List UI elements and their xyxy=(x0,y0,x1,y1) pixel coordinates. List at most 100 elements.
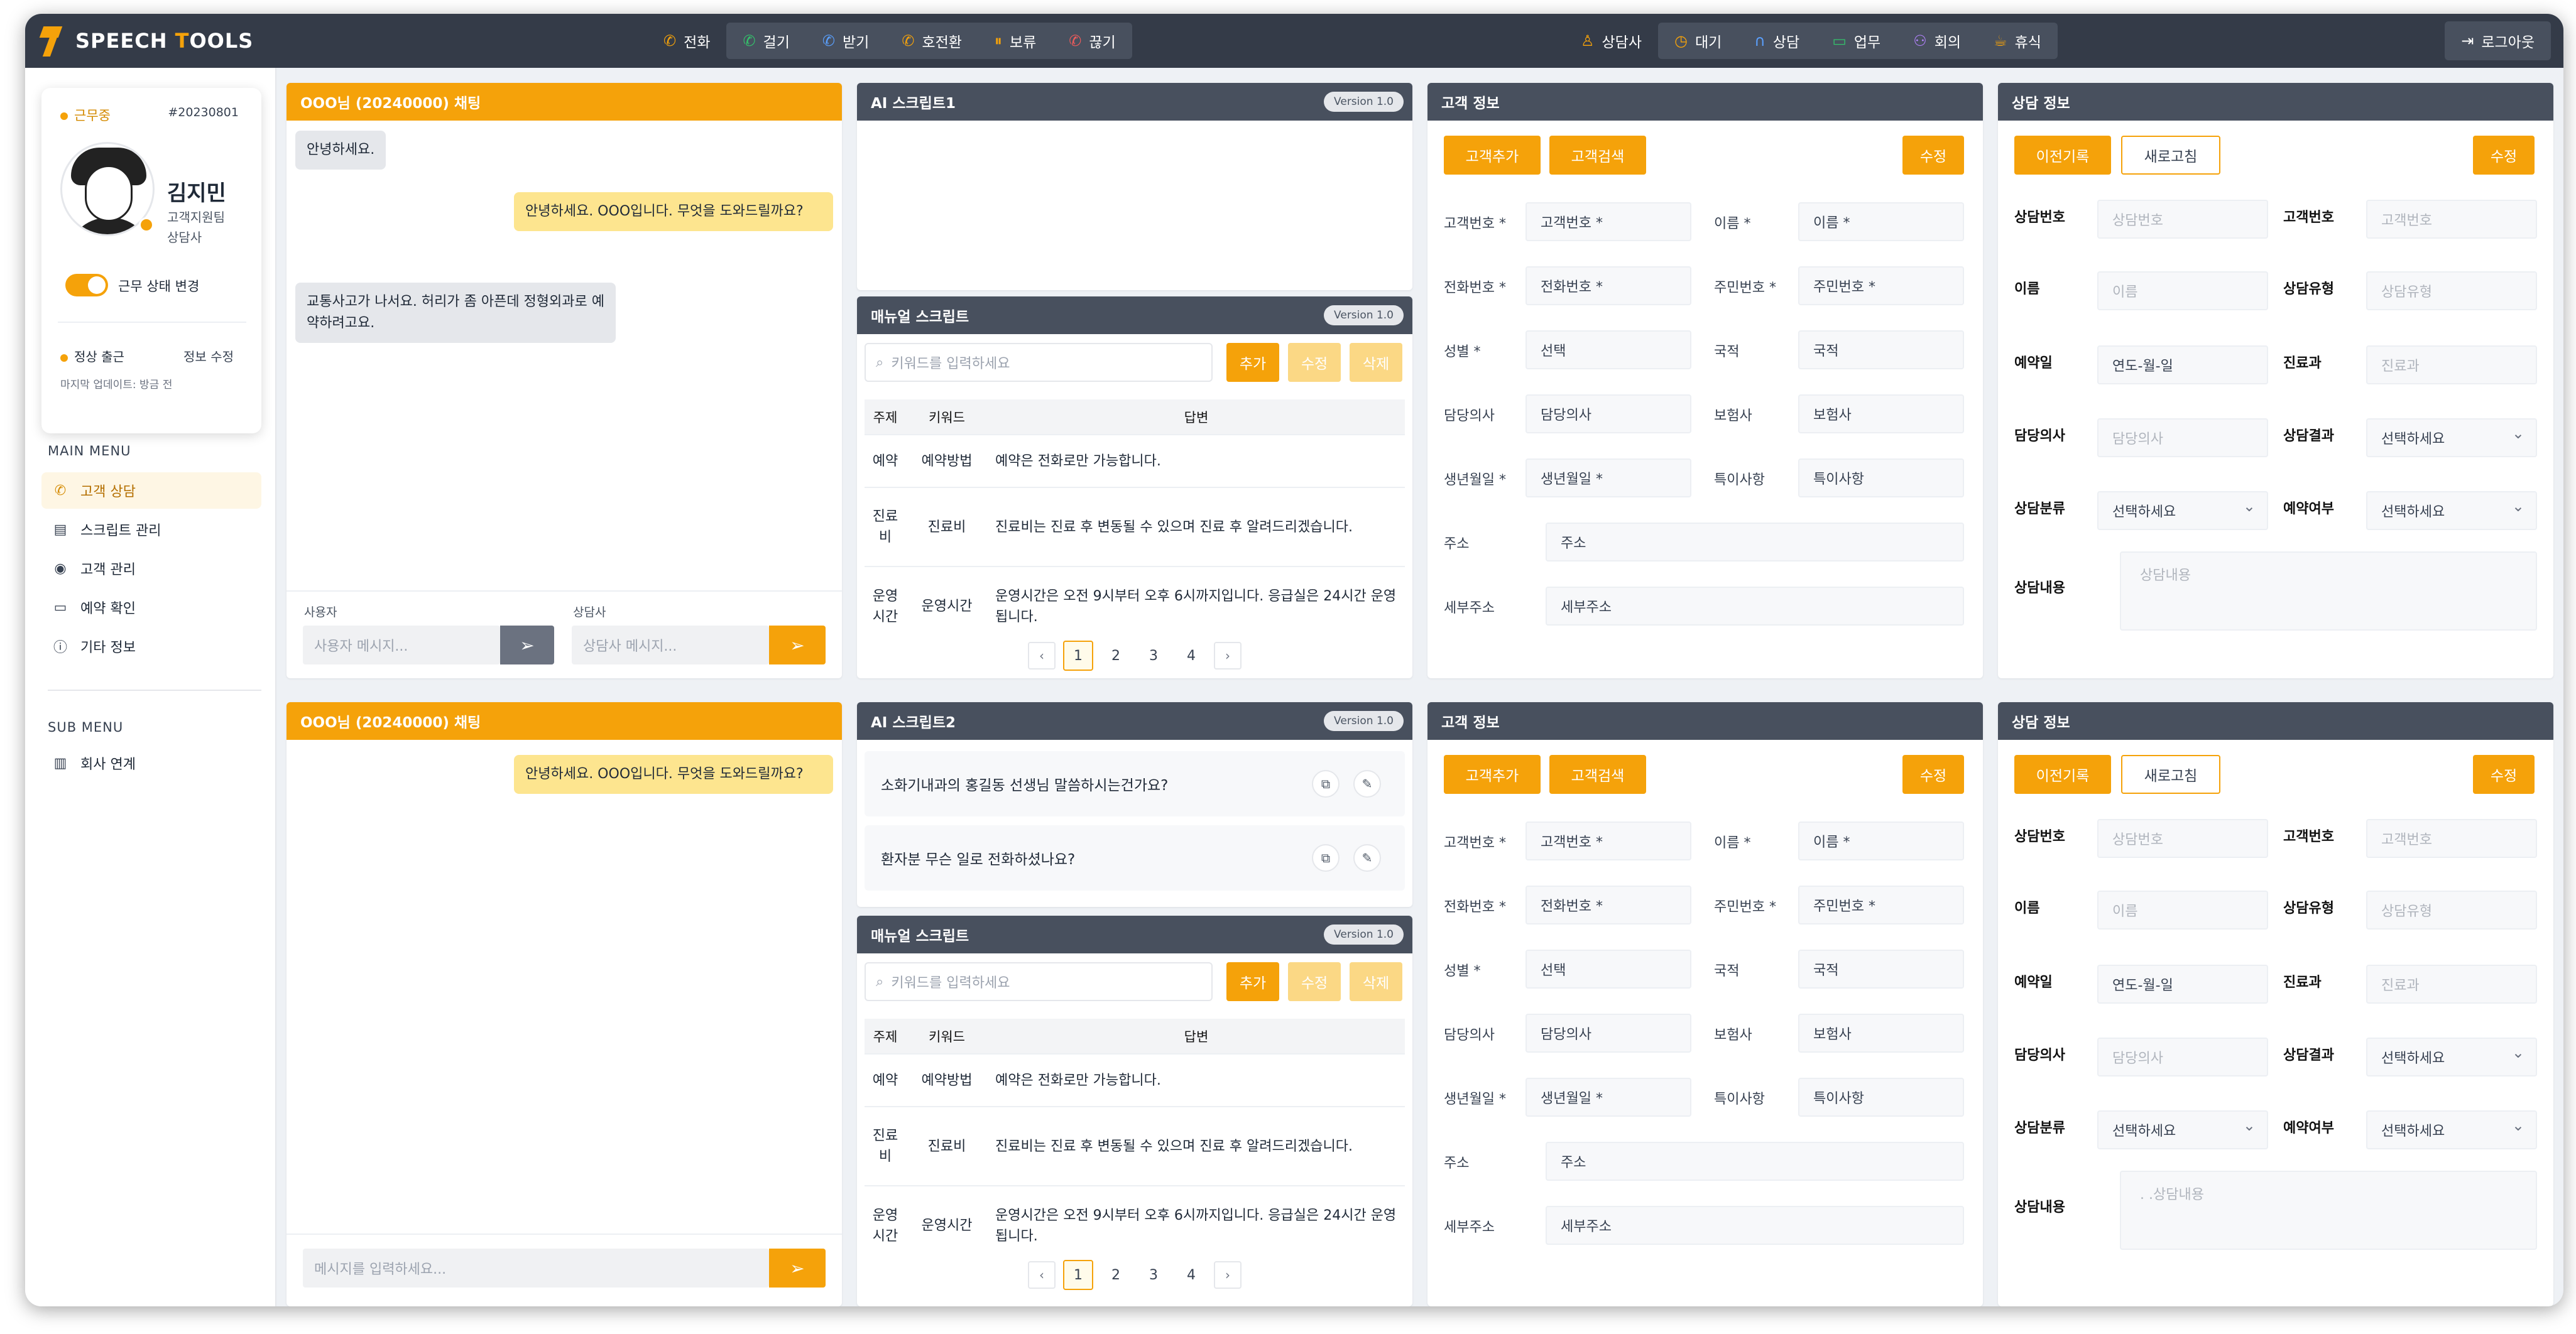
send-button[interactable]: ➢ xyxy=(769,1249,826,1288)
special-notes-input[interactable]: 특이사항 xyxy=(1798,458,1964,497)
menu-item-other-info[interactable]: ⓘ 기타 정보 xyxy=(41,628,261,664)
menu-item-reservation[interactable]: ▭ 예약 확인 xyxy=(41,589,261,626)
status-work-button[interactable]: ▭ 업무 xyxy=(1816,23,1897,59)
keyword-search-input[interactable]: ⌕ 키워드를 입력하세요 xyxy=(865,962,1213,1001)
customer-number-input[interactable]: 고객번호 * xyxy=(1525,822,1691,860)
consult-category-select[interactable]: 선택하세요 xyxy=(2097,491,2268,530)
edit-consult-button[interactable]: 수정 xyxy=(2473,136,2535,175)
pencil-icon[interactable]: ✎ xyxy=(1353,844,1381,872)
search-customer-button[interactable]: 고객검색 xyxy=(1549,136,1646,175)
user-send-button[interactable]: ➢ xyxy=(500,626,554,664)
edit-info-link[interactable]: 정보 수정 xyxy=(183,347,234,365)
refresh-button[interactable]: 새로고침 xyxy=(2121,755,2220,794)
page-button[interactable]: 1 xyxy=(1063,641,1093,671)
edit-customer-button[interactable]: 수정 xyxy=(1902,755,1964,794)
reservation-date-input[interactable]: 연도-월-일 xyxy=(2097,345,2268,384)
menu-item-company-link[interactable]: ▥ 회사 연계 xyxy=(41,745,261,781)
consult-number-input[interactable]: 상담번호 xyxy=(2097,819,2268,858)
consult-content-textarea[interactable]: . .상담내용 xyxy=(2120,1171,2537,1250)
search-customer-button[interactable]: 고객검색 xyxy=(1549,755,1646,794)
history-button[interactable]: 이전기록 xyxy=(2014,755,2111,794)
doctor-input[interactable]: 담당의사 xyxy=(1525,1014,1691,1053)
department-input[interactable]: 진료과 xyxy=(2366,965,2537,1004)
next-page-button[interactable]: › xyxy=(1214,1261,1242,1289)
refresh-button[interactable]: 새로고침 xyxy=(2121,136,2220,175)
call-incoming-button[interactable]: ✆ 받기 xyxy=(806,23,885,59)
agent-message-input[interactable]: 상담사 메시지... xyxy=(572,626,769,664)
page-button[interactable]: 4 xyxy=(1176,1260,1206,1290)
doctor-input[interactable]: 담당의사 xyxy=(1525,394,1691,433)
delete-button[interactable]: 삭제 xyxy=(1350,343,1402,382)
add-button[interactable]: 추가 xyxy=(1226,962,1279,1001)
consult-result-select[interactable]: 선택하세요 xyxy=(2366,1038,2537,1076)
customer-number-input[interactable]: 고객번호 * xyxy=(1525,202,1691,241)
gender-select[interactable]: 선택 xyxy=(1525,950,1691,989)
rrn-input[interactable]: 주민번호 * xyxy=(1798,266,1964,305)
edit-customer-button[interactable]: 수정 xyxy=(1902,136,1964,175)
consult-result-select[interactable]: 선택하세요 xyxy=(2366,418,2537,457)
consult-number-input[interactable]: 상담번호 xyxy=(2097,200,2268,239)
address-detail-input[interactable]: 세부주소 xyxy=(1546,1206,1964,1245)
reservation-status-select[interactable]: 선택하세요 xyxy=(2366,491,2537,530)
name-input[interactable]: 이름 * xyxy=(1798,202,1964,241)
page-button[interactable]: 1 xyxy=(1063,1260,1093,1290)
next-page-button[interactable]: › xyxy=(1214,642,1242,670)
doctor-input[interactable]: 담당의사 xyxy=(2097,418,2268,457)
address-detail-input[interactable]: 세부주소 xyxy=(1546,587,1964,626)
add-customer-button[interactable]: 고객추가 xyxy=(1444,755,1541,794)
delete-button[interactable]: 삭제 xyxy=(1350,962,1402,1001)
user-message-input[interactable]: 사용자 메시지... xyxy=(303,626,500,664)
customer-number-input[interactable]: 고객번호 xyxy=(2366,819,2537,858)
call-outgoing-button[interactable]: ✆ 걸기 xyxy=(726,23,805,59)
reservation-date-input[interactable]: 연도-월-일 xyxy=(2097,965,2268,1004)
birthdate-input[interactable]: 생년월일 * xyxy=(1525,1078,1691,1117)
reservation-status-select[interactable]: 선택하세요 xyxy=(2366,1110,2537,1149)
consult-type-input[interactable]: 상담유형 xyxy=(2366,891,2537,930)
page-button[interactable]: 2 xyxy=(1101,1260,1131,1290)
gender-select[interactable]: 선택 xyxy=(1525,330,1691,369)
nationality-input[interactable]: 국적 xyxy=(1798,950,1964,989)
table-row[interactable]: 진료비 진료비 진료비는 진료 후 변동될 수 있으며 진료 후 알려드리겠습니다. xyxy=(865,1106,1405,1186)
prev-page-button[interactable]: ‹ xyxy=(1028,1261,1056,1289)
edit-button[interactable]: 수정 xyxy=(1288,962,1341,1001)
insurer-input[interactable]: 보험사 xyxy=(1798,394,1964,433)
copy-icon[interactable]: ⧉ xyxy=(1312,770,1340,798)
name-input[interactable]: 이름 * xyxy=(1798,822,1964,860)
rrn-input[interactable]: 주민번호 * xyxy=(1798,886,1964,925)
table-row[interactable]: 예약 예약방법 예약은 전화로만 가능합니다. xyxy=(865,434,1405,487)
agent-send-button[interactable]: ➢ xyxy=(769,626,826,664)
add-customer-button[interactable]: 고객추가 xyxy=(1444,136,1541,175)
doctor-input[interactable]: 담당의사 xyxy=(2097,1038,2268,1076)
phone-input[interactable]: 전화번호 * xyxy=(1525,886,1691,925)
page-button[interactable]: 3 xyxy=(1138,641,1169,671)
address-input[interactable]: 주소 xyxy=(1546,523,1964,561)
menu-item-customer-consult[interactable]: ✆ 고객 상담 xyxy=(41,472,261,509)
table-row[interactable]: 운영시간 운영시간 운영시간은 오전 9시부터 오후 6시까지입니다. 응급실은 2… xyxy=(865,1185,1405,1265)
address-input[interactable]: 주소 xyxy=(1546,1142,1964,1181)
menu-item-customer-manage[interactable]: ◉ 고객 관리 xyxy=(41,550,261,587)
page-button[interactable]: 3 xyxy=(1138,1260,1169,1290)
table-row[interactable]: 진료비 진료비 진료비는 진료 후 변동될 수 있으며 진료 후 알려드리겠습니다. xyxy=(865,487,1405,567)
phone-button[interactable]: ✆ 전화 xyxy=(647,23,726,59)
page-button[interactable]: 4 xyxy=(1176,641,1206,671)
insurer-input[interactable]: 보험사 xyxy=(1798,1014,1964,1053)
message-input[interactable]: 메시지를 입력하세요... xyxy=(303,1249,769,1288)
call-hold-button[interactable]: ⏸ 보류 xyxy=(978,23,1052,59)
work-status-toggle[interactable] xyxy=(65,274,108,296)
birthdate-input[interactable]: 생년월일 * xyxy=(1525,458,1691,497)
logout-button[interactable]: ⇥ 로그아웃 xyxy=(2445,21,2551,60)
table-row[interactable]: 예약 예약방법 예약은 전화로만 가능합니다. xyxy=(865,1053,1405,1107)
department-input[interactable]: 진료과 xyxy=(2366,345,2537,384)
prev-page-button[interactable]: ‹ xyxy=(1028,642,1056,670)
page-button[interactable]: 2 xyxy=(1101,641,1131,671)
phone-input[interactable]: 전화번호 * xyxy=(1525,266,1691,305)
edit-button[interactable]: 수정 xyxy=(1288,343,1341,382)
consult-content-textarea[interactable]: 상담내용 xyxy=(2120,551,2537,631)
add-button[interactable]: 추가 xyxy=(1226,343,1279,382)
pencil-icon[interactable]: ✎ xyxy=(1353,770,1381,798)
keyword-search-input[interactable]: ⌕ 키워드를 입력하세요 xyxy=(865,343,1213,382)
status-consult-button[interactable]: ∩ 상담 xyxy=(1738,23,1816,59)
nationality-input[interactable]: 국적 xyxy=(1798,330,1964,369)
special-notes-input[interactable]: 특이사항 xyxy=(1798,1078,1964,1117)
status-wait-button[interactable]: ◷ 대기 xyxy=(1658,23,1738,59)
